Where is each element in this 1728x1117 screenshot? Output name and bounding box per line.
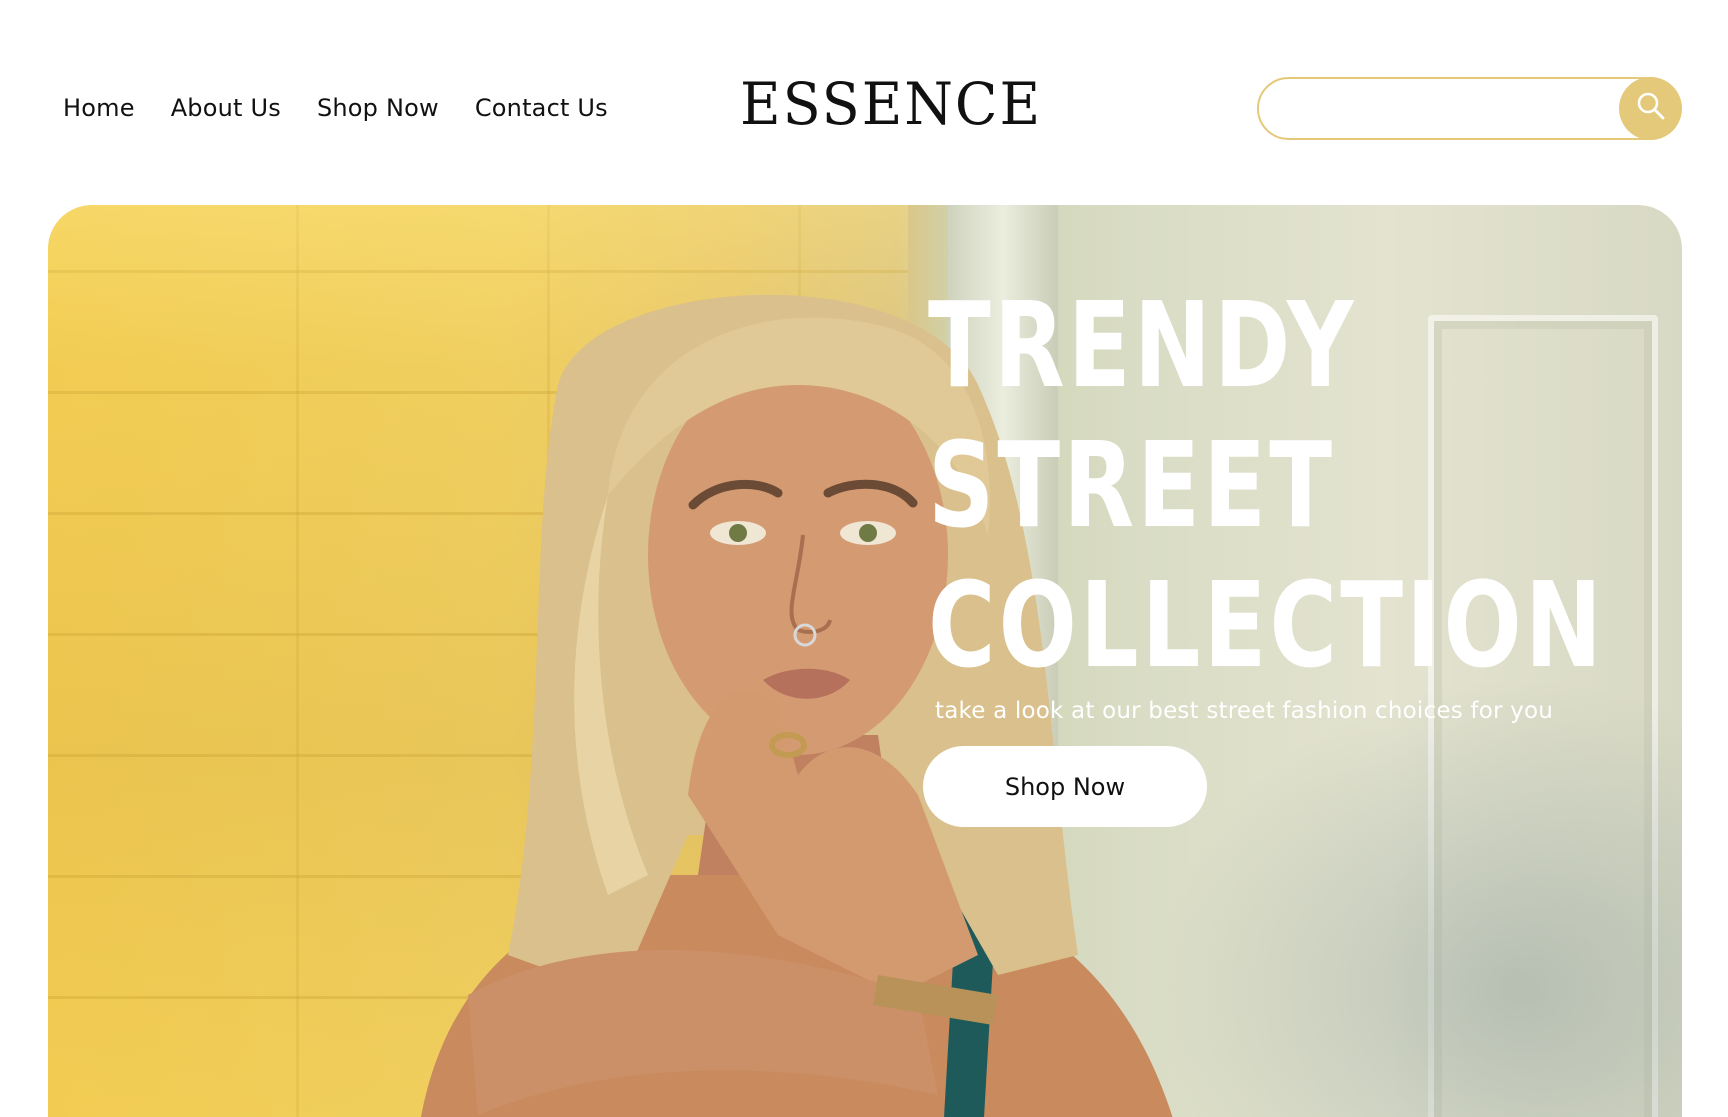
hero-title: TRENDY STREET COLLECTION bbox=[928, 275, 1682, 695]
nav-about-link[interactable]: About Us bbox=[171, 92, 281, 124]
hero-banner: TRENDY STREET COLLECTION take a look at … bbox=[48, 205, 1682, 1117]
search-icon bbox=[1635, 90, 1667, 127]
search-input[interactable] bbox=[1281, 89, 1581, 129]
nav-home-link[interactable]: Home bbox=[63, 92, 135, 124]
shop-now-label: Shop Now bbox=[1004, 772, 1126, 801]
hero-title-line-1: TRENDY bbox=[928, 276, 1357, 414]
hero-title-line-2: STREET bbox=[928, 416, 1336, 554]
shop-now-button[interactable]: Shop Now bbox=[923, 746, 1207, 827]
brand-logo[interactable]: ESSENCE bbox=[740, 74, 1040, 134]
search-box bbox=[1257, 77, 1681, 140]
main-nav: Home About Us Shop Now Contact Us bbox=[63, 92, 608, 124]
nav-contact-link[interactable]: Contact Us bbox=[475, 92, 608, 124]
hero-title-line-3: COLLECTION bbox=[928, 556, 1606, 694]
hero-subtitle: take a look at our best street fashion c… bbox=[935, 698, 1553, 724]
search-button[interactable] bbox=[1619, 77, 1682, 140]
nav-shop-link[interactable]: Shop Now bbox=[317, 92, 439, 124]
